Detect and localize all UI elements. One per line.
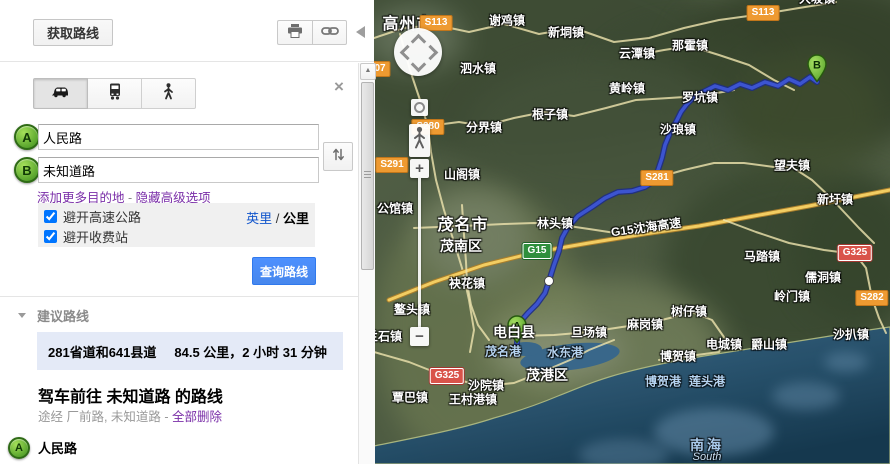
- shallow-water: [824, 352, 868, 372]
- link-button[interactable]: [312, 20, 347, 45]
- road: [724, 220, 886, 333]
- avoid-highways-label: 避开高速公路: [63, 207, 141, 226]
- pegman-icon: [413, 126, 426, 155]
- route-options-box: 避开高速公路 避开收费站 英里 / 公里: [38, 203, 315, 247]
- via-text: 途经 厂前路, 未知道路 -: [38, 410, 169, 424]
- walk-icon: [163, 83, 174, 105]
- marker-letter: A: [513, 321, 521, 333]
- pan-left-arrow[interactable]: [400, 45, 416, 61]
- scrollbar-thumb[interactable]: [361, 82, 374, 270]
- route-via-point[interactable]: [545, 277, 554, 286]
- route-casing: [517, 77, 817, 343]
- suggested-routes-header: 建议路线: [18, 306, 89, 325]
- tab-driving[interactable]: [33, 78, 88, 109]
- shallow-water: [772, 382, 840, 410]
- scrollbar-up-button[interactable]: ▲: [360, 63, 376, 80]
- swap-arrows-icon: [332, 147, 345, 167]
- directions-panel: 获取路线: [0, 0, 358, 464]
- bus-icon: [108, 83, 122, 105]
- collapse-triangle-icon[interactable]: [18, 313, 26, 318]
- road: [414, 223, 622, 234]
- route-stats: 84.5 公里，2 小时 31 分钟: [174, 342, 326, 361]
- zoom-slider-track[interactable]: [418, 178, 421, 328]
- scrollbar-grip: [364, 171, 371, 172]
- car-icon: [51, 85, 71, 103]
- road: [374, 2, 836, 42]
- zoom-in-button[interactable]: +: [410, 159, 429, 178]
- link-icon: [321, 25, 339, 40]
- tab-walking[interactable]: [142, 78, 196, 109]
- route-step-origin[interactable]: A 人民路: [0, 434, 358, 464]
- delete-all-link[interactable]: 全部删除: [172, 410, 222, 424]
- marker-letter: B: [813, 60, 821, 72]
- divider: [0, 296, 374, 297]
- origin-input[interactable]: [38, 124, 319, 150]
- print-icon: [287, 24, 303, 41]
- map-canvas[interactable]: AB 高州市谢鸡镇新垌镇大坡镇那霍镇云潭镇泗水镇黄岭镇罗坑镇根子镇分界镇沙琅镇山…: [374, 0, 890, 464]
- route-marker-A[interactable]: A: [508, 316, 526, 343]
- via-line: 途经 厂前路, 未知道路 - 全部删除: [38, 406, 222, 425]
- print-button[interactable]: [277, 20, 312, 45]
- pan-down-arrow[interactable]: [411, 57, 427, 73]
- get-route-button[interactable]: 查询路线: [252, 257, 316, 285]
- route: [517, 77, 817, 343]
- zoom-out-button[interactable]: −: [410, 327, 429, 346]
- unit-toggle: 英里 / 公里: [246, 208, 309, 227]
- destination-input[interactable]: [38, 157, 319, 183]
- map-pan-control[interactable]: [394, 28, 442, 76]
- tab-transit[interactable]: [88, 78, 142, 109]
- panel-scrollbar[interactable]: ▲: [358, 63, 375, 464]
- directions-app: 获取路线: [0, 0, 890, 464]
- avoid-tolls-checkbox[interactable]: [44, 230, 57, 243]
- close-icon[interactable]: ×: [328, 76, 350, 98]
- get-directions-button[interactable]: 获取路线: [33, 19, 113, 46]
- divider: [0, 61, 374, 62]
- pegman-streetview-control[interactable]: [409, 124, 430, 157]
- pan-right-arrow[interactable]: [423, 45, 439, 61]
- destination-marker-badge: B: [14, 157, 40, 183]
- miles-link[interactable]: 英里: [246, 211, 272, 226]
- center-dot-icon: [414, 102, 425, 113]
- road: [400, 34, 474, 352]
- km-selected: 公里: [283, 211, 309, 226]
- directions-heading: 驾车前往 未知道路 的路线: [38, 383, 223, 407]
- swap-waypoints-button[interactable]: [323, 142, 353, 171]
- avoid-tolls-label: 避开收费站: [63, 227, 128, 246]
- shallow-water: [654, 408, 774, 456]
- travel-mode-tabs: [33, 78, 196, 109]
- origin-marker-badge: A: [14, 124, 40, 150]
- avoid-highways-checkbox[interactable]: [44, 210, 57, 223]
- pan-up-arrow[interactable]: [411, 34, 427, 50]
- unit-separator: /: [272, 211, 283, 226]
- map-graphics: AB: [374, 0, 890, 464]
- avoid-tolls-option[interactable]: 避开收费站: [44, 226, 128, 246]
- route-option-card[interactable]: 281省道和641县道 84.5 公里，2 小时 31 分钟: [37, 332, 343, 370]
- road: [428, 90, 734, 126]
- road: [659, 163, 874, 243]
- suggested-routes-label: 建议路线: [37, 306, 89, 325]
- avoid-highways-option[interactable]: 避开高速公路: [44, 206, 141, 226]
- route-name: 281省道和641县道: [48, 342, 156, 361]
- collapse-panel-arrow[interactable]: [356, 26, 365, 38]
- recenter-button[interactable]: [411, 99, 428, 116]
- step-a-text: 人民路: [38, 438, 77, 457]
- step-a-badge: A: [8, 437, 30, 459]
